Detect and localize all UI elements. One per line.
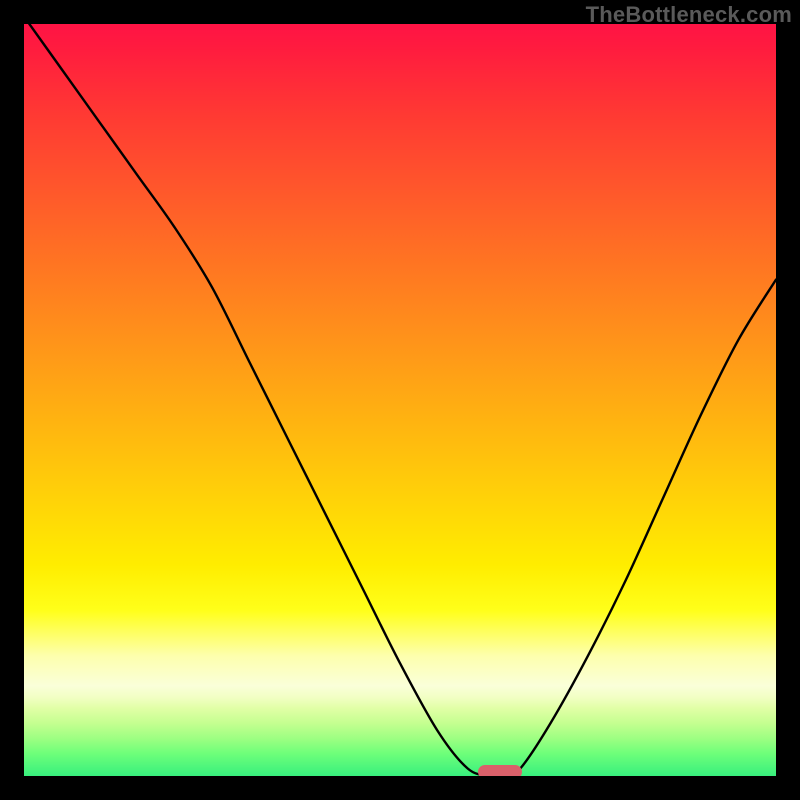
watermark-text: TheBottleneck.com (586, 2, 792, 28)
bottleneck-curve (24, 24, 776, 776)
chart-frame: TheBottleneck.com (0, 0, 800, 800)
plot-area (24, 24, 776, 776)
optimal-range-marker (478, 765, 522, 776)
